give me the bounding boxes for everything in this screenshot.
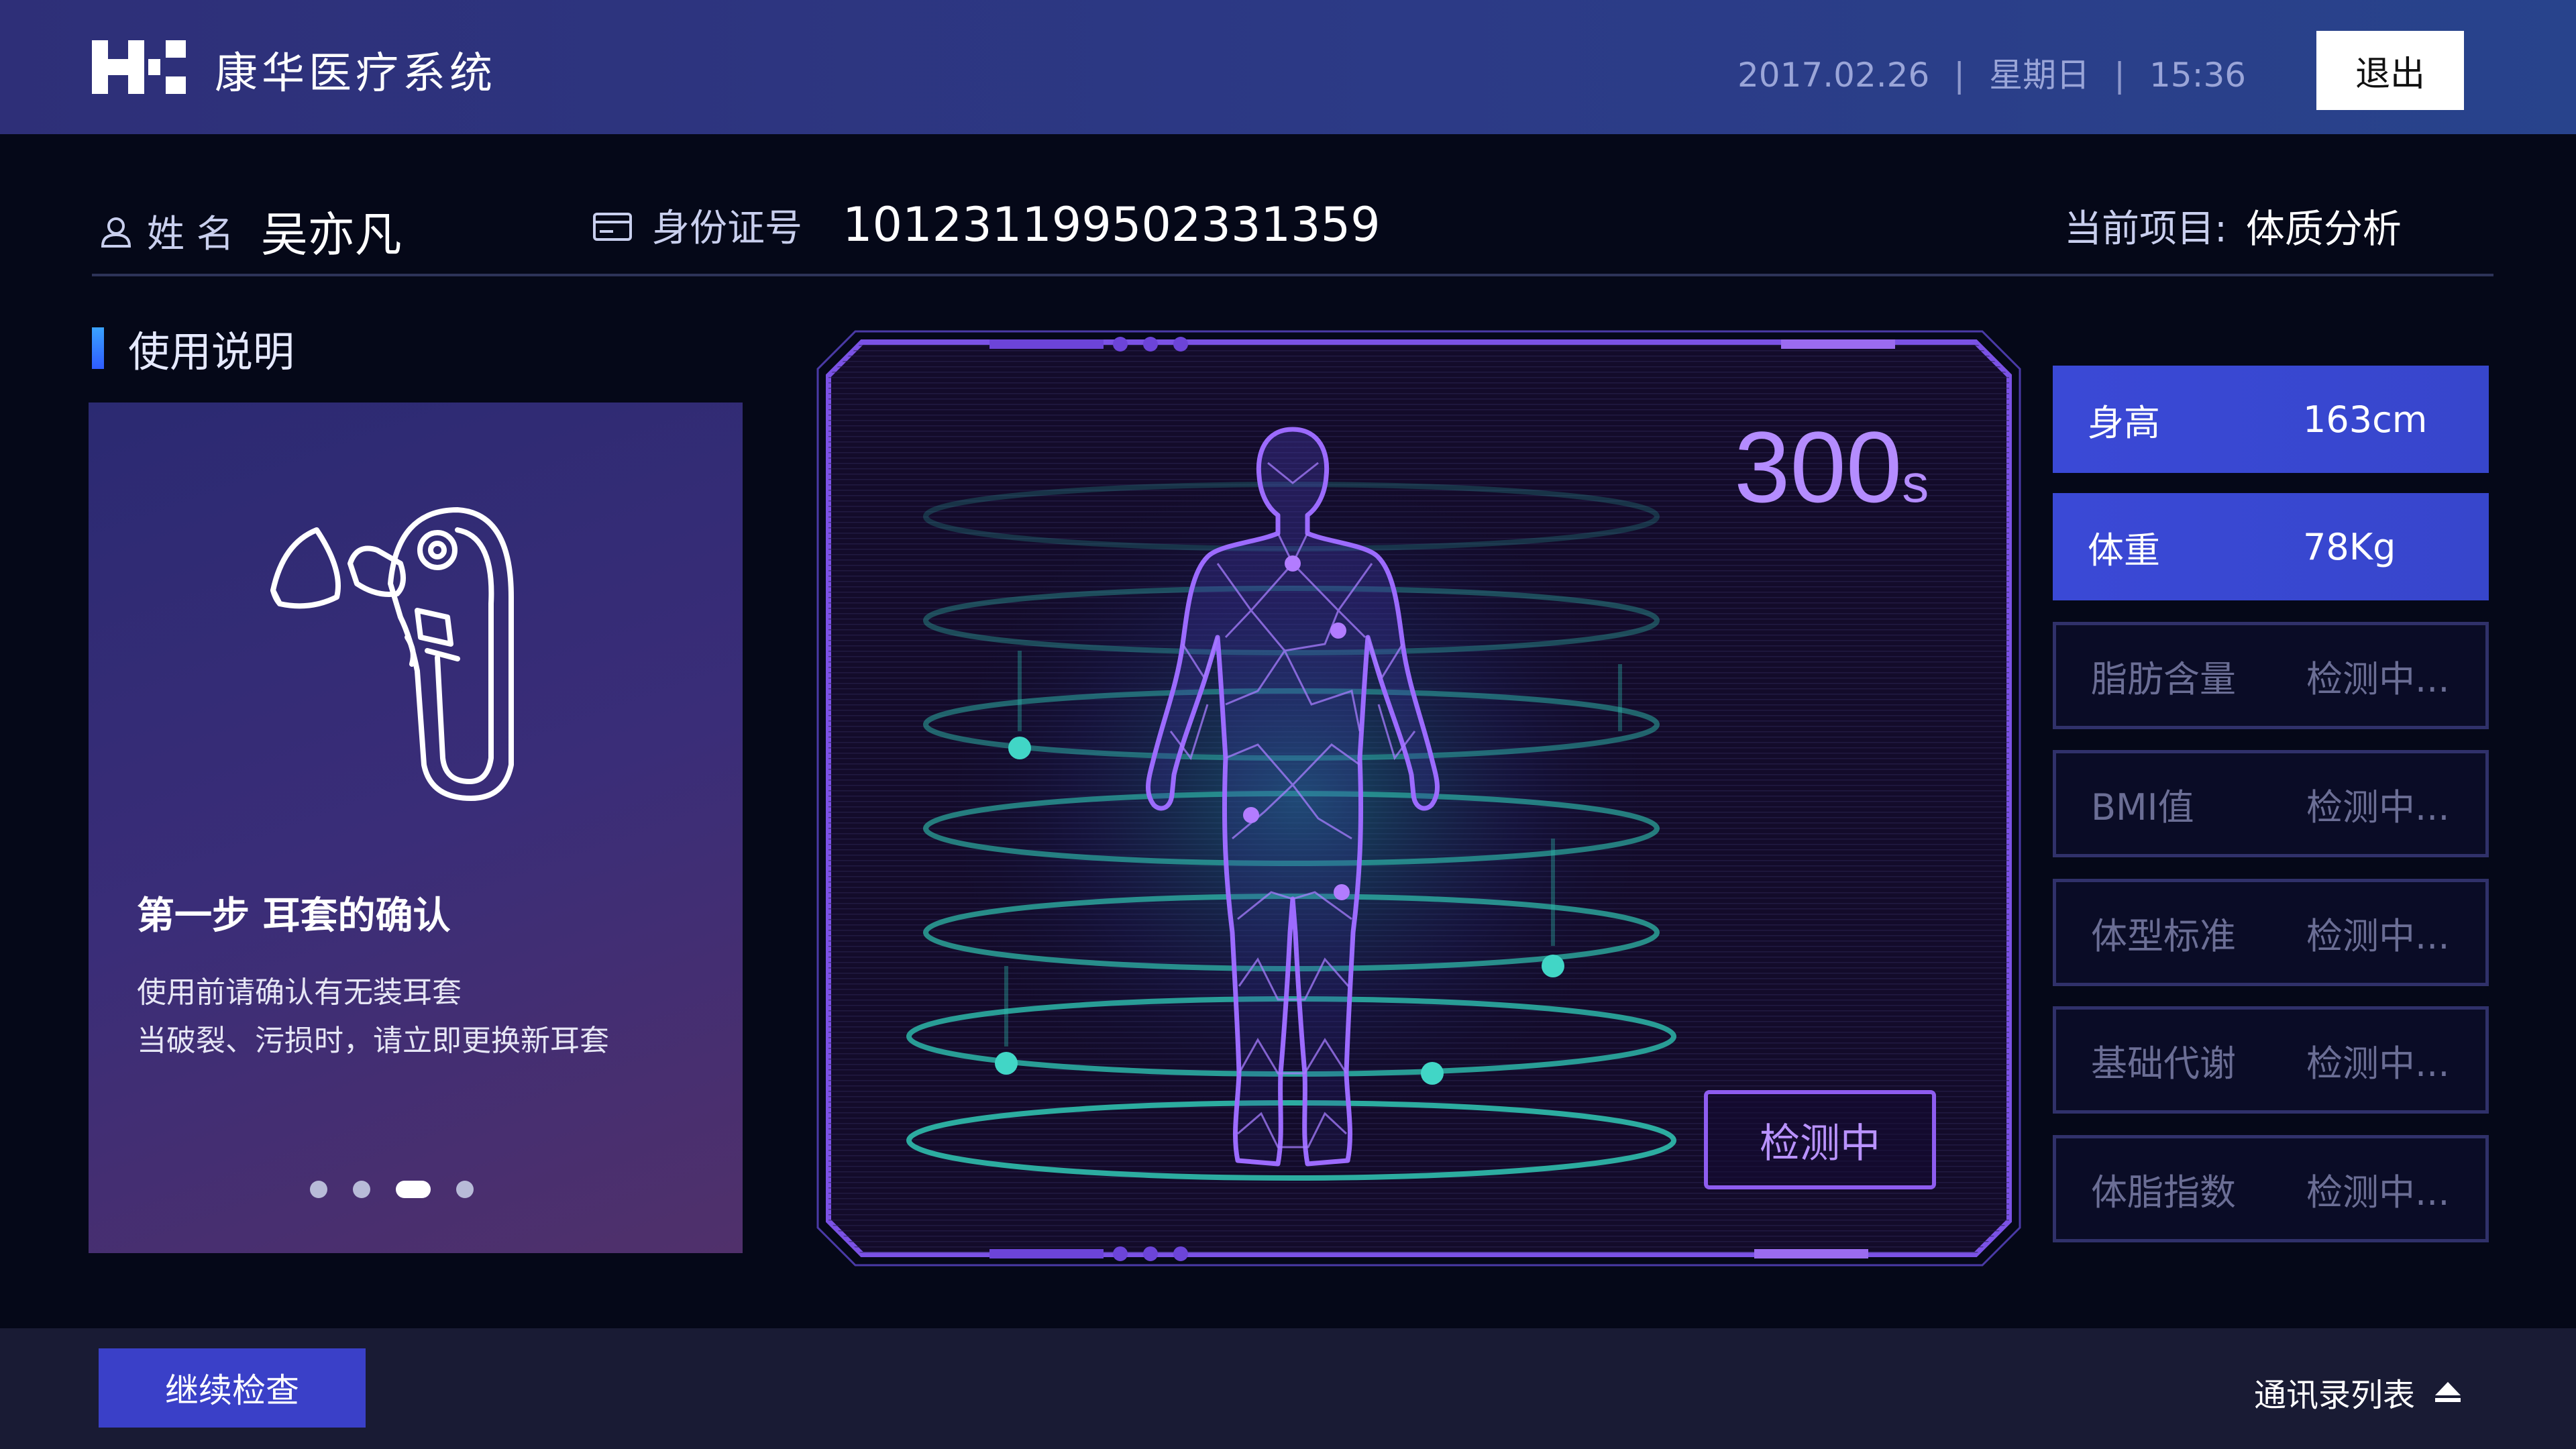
step-description: 使用前请确认有无装耳套 当破裂、污损时，请立即更换新耳套 (137, 969, 609, 1065)
datetime-separator: | (1953, 56, 1966, 95)
guide-title: 使用说明 (128, 327, 295, 376)
metric-row: 身高 163cm (2053, 366, 2489, 473)
carousel-dot[interactable] (456, 1181, 474, 1198)
header-date: 2017.02.26 (1737, 56, 1930, 95)
patient-id-field: 身份证号 101231199502331359 (590, 197, 1381, 252)
carousel-dot[interactable] (310, 1181, 327, 1198)
step-desc-line: 当破裂、污损时，请立即更换新耳套 (137, 1024, 609, 1058)
name-label: 姓 名 (147, 213, 234, 256)
app-title: 康华医疗系统 (215, 49, 496, 99)
metric-row: 体脂指数 检测中... (2053, 1135, 2489, 1242)
metric-value: 检测中... (2306, 657, 2450, 700)
continue-check-button[interactable]: 继续检查 (99, 1348, 366, 1428)
detecting-status-button[interactable]: 检测中 (1704, 1090, 1936, 1189)
logout-button[interactable]: 退出 (2316, 31, 2464, 110)
guide-section-title: 使用说明 (92, 318, 294, 378)
divider (92, 274, 2493, 276)
carousel-dot[interactable] (353, 1181, 370, 1198)
metric-value: 检测中... (2306, 914, 2450, 957)
metric-value: 检测中... (2306, 786, 2450, 828)
metric-row: 脂肪含量 检测中... (2053, 622, 2489, 729)
metric-label: 体型标准 (2091, 914, 2236, 957)
metric-row: 体型标准 检测中... (2053, 879, 2489, 986)
metric-value: 78Kg (2303, 525, 2396, 568)
patient-id-number: 101231199502331359 (843, 197, 1381, 252)
earphone-illustration-icon (270, 507, 514, 801)
header-weekday: 星期日 (1989, 56, 2090, 95)
top-header: 康华医疗系统 2017.02.26 | 星期日 | 15:36 退出 (0, 0, 2576, 134)
id-card-icon (593, 213, 632, 241)
title-accent-bar (92, 327, 104, 369)
metric-row: 基础代谢 检测中... (2053, 1006, 2489, 1114)
countdown-value: 300 (1734, 411, 1902, 523)
metric-label: 基础代谢 (2091, 1042, 2236, 1085)
patient-name-field: 姓 名 吴亦凡 (97, 197, 402, 265)
contacts-label: 通讯录列表 (2254, 1377, 2416, 1414)
metric-row: 体重 78Kg (2053, 493, 2489, 600)
metric-label: 身高 (2088, 401, 2160, 444)
metric-value: 163cm (2303, 398, 2428, 441)
eject-triangle-icon (2435, 1382, 2461, 1402)
datetime-separator: | (2114, 56, 2125, 95)
header-time: 15:36 (2149, 56, 2247, 95)
metric-label: 脂肪含量 (2091, 657, 2236, 700)
project-label: 当前项目: (2064, 207, 2227, 251)
metric-label: BMI值 (2091, 786, 2194, 828)
brand-logo-icon (92, 40, 186, 94)
current-project: 体质分析 (2245, 206, 2402, 252)
id-label: 身份证号 (652, 206, 802, 250)
step-desc-line: 使用前请确认有无装耳套 (137, 975, 462, 1010)
metric-value: 检测中... (2306, 1042, 2450, 1085)
step-title: 第一步 耳套的确认 (137, 894, 451, 938)
patient-name: 吴亦凡 (260, 207, 402, 262)
current-project-field: 当前项目: 体质分析 (2064, 197, 2402, 254)
contacts-list-toggle[interactable]: 通讯录列表 (2254, 1368, 2462, 1415)
metric-row: BMI值 检测中... (2053, 750, 2489, 857)
header-datetime: 2017.02.26 | 星期日 | 15:36 (1737, 48, 2246, 97)
countdown-timer: 300s (1734, 409, 1929, 525)
countdown-unit: s (1902, 453, 1929, 513)
metric-value: 检测中... (2306, 1171, 2450, 1214)
carousel-pagination (310, 1181, 474, 1198)
user-icon (101, 217, 131, 248)
bottom-bar: 继续检查 通讯录列表 (0, 1328, 2576, 1449)
metric-label: 体重 (2088, 529, 2160, 572)
guide-carousel[interactable]: 第一步 耳套的确认 使用前请确认有无装耳套 当破裂、污损时，请立即更换新耳套 (89, 402, 743, 1253)
metric-label: 体脂指数 (2091, 1171, 2236, 1214)
patient-info-bar: 姓 名 吴亦凡 身份证号 101231199502331359 当前项目: 体质… (92, 188, 2493, 276)
carousel-dot[interactable] (396, 1181, 431, 1198)
